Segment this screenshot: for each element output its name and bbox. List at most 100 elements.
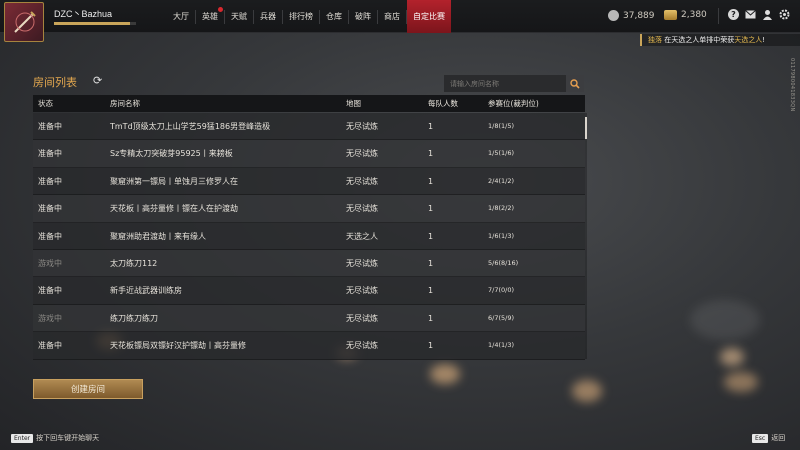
nav-item-0[interactable]: 大厅 — [167, 0, 195, 33]
room-row[interactable]: 准备中 聚窟洲助君渡劫丨来有缘人 天选之人 1 1/6(1/3) — [33, 222, 585, 250]
room-row[interactable]: 游戏中 太刀练刀112 无尽试炼 1 5/6(8/16) — [33, 249, 585, 278]
scrollbar-thumb[interactable] — [585, 117, 587, 139]
nav-item-4[interactable]: 排行榜 — [283, 0, 319, 33]
gold-ingot-icon — [664, 10, 677, 20]
room-status: 准备中 — [38, 122, 62, 131]
room-status: 准备中 — [38, 176, 62, 186]
room-status: 准备中 — [38, 231, 62, 241]
room-row[interactable]: 准备中 Sz专精太刀突破芽95925丨来耪板 无尽试炼 1 1/5(1/6) — [33, 140, 585, 168]
room-per-team: 1 — [428, 149, 434, 159]
back-hint-text[interactable]: 返回 — [771, 433, 785, 443]
room-row[interactable]: 准备中 聚窟洲第一镖局丨单蚀月三修罗人在 无尽试炼 1 2/4(1/2) — [33, 167, 585, 196]
room-name: Sz专精太刀突破芽95925丨来耪板 — [110, 149, 233, 159]
header-room-name: 房间名称 — [110, 99, 140, 108]
room-status: 游戏中 — [38, 313, 62, 323]
room-status: 准备中 — [38, 149, 62, 159]
sword-icon — [14, 11, 36, 33]
room-slots: 1/6(1/3) — [488, 231, 514, 240]
room-per-team: 1 — [428, 258, 434, 268]
room-per-team: 1 — [428, 122, 434, 131]
room-row[interactable]: 准备中 天花板镖局双镖好汉护镖劫丨高芬量修 无尽试炼 1 1/4(1/3) — [33, 332, 585, 360]
help-icon[interactable]: ? — [728, 9, 739, 20]
lantern-glow — [572, 380, 602, 402]
room-name: 新手近战武器训练房 — [110, 286, 182, 296]
room-row[interactable]: 准备中 新手近战武器训练房 无尽试炼 1 7/7(0/0) — [33, 277, 585, 305]
top-icons: ? — [728, 9, 790, 20]
room-map: 无尽试炼 — [346, 176, 378, 186]
room-map: 无尽试炼 — [346, 341, 378, 351]
silver-currency: 37,889 — [608, 10, 655, 21]
nav-item-3[interactable]: 兵器 — [254, 0, 282, 33]
nav-item-5[interactable]: 仓库 — [320, 0, 348, 33]
refresh-icon[interactable]: ⟳ — [93, 74, 102, 87]
ticker-text: 在天选之人单排中荣获 — [662, 36, 735, 44]
header-map: 地图 — [346, 99, 361, 108]
room-per-team: 1 — [428, 231, 434, 241]
room-slots: 6/7(5/9) — [488, 313, 514, 322]
room-slots: 1/5(1/6) — [488, 149, 514, 158]
friends-icon[interactable] — [762, 9, 773, 20]
nav-item-7[interactable]: 商店 — [378, 0, 406, 33]
room-per-team: 1 — [428, 341, 434, 351]
room-slots: 1/8(1/5) — [488, 122, 514, 130]
gold-amount: 2,380 — [681, 10, 707, 20]
exp-bar — [54, 22, 136, 25]
exp-bar-fill — [54, 22, 131, 25]
main-nav: 大厅 英雄 天赋 兵器 排行榜 仓库 破阵 商店 自定比赛 — [167, 0, 451, 33]
lantern-glow — [724, 372, 758, 392]
room-row[interactable]: 准备中 TmTd顶级太刀上山学艺59猛186男登峰造极 无尽试炼 1 1/8(1/5) — [33, 113, 585, 141]
room-map: 无尽试炼 — [346, 286, 378, 296]
mail-icon[interactable] — [745, 9, 756, 20]
header-per-team: 每队人数 — [428, 99, 458, 108]
search-button[interactable] — [566, 75, 584, 92]
room-slots: 1/4(1/3) — [488, 341, 514, 350]
enter-key[interactable]: Enter — [11, 433, 34, 443]
room-table-body: 准备中 TmTd顶级太刀上山学艺59猛186男登峰造极 无尽试炼 1 1/8(1/5) 准… — [33, 113, 585, 360]
room-map: 无尽试炼 — [346, 204, 378, 214]
lantern-glow — [720, 348, 744, 366]
create-room-button[interactable]: 创建房间 — [33, 379, 143, 399]
top-bar: 236 DZC丶Bazhua 大厅英雄天赋兵器排行榜仓库破阵商店自定比赛 37,… — [0, 0, 800, 42]
notification-dot — [218, 7, 223, 12]
esc-key[interactable]: Esc — [752, 433, 769, 443]
nav-item-6[interactable]: 破阵 — [349, 0, 377, 33]
room-row[interactable]: 准备中 天花板丨高芬量修丨镖在人在护渡劫 无尽试炼 1 1/8(2/2) — [33, 195, 585, 223]
room-search-input[interactable] — [444, 75, 566, 92]
room-slots: 7/7(0/0) — [488, 286, 514, 295]
room-per-team: 1 — [428, 313, 434, 323]
room-status: 准备中 — [38, 204, 62, 214]
session-id: 0117980041833QN — [789, 58, 795, 112]
room-map: 天选之人 — [346, 231, 378, 241]
back-hint: Esc 返回 — [752, 433, 785, 443]
nav-item-2[interactable]: 天赋 — [225, 0, 253, 33]
divider — [718, 8, 719, 24]
room-per-team: 1 — [428, 204, 434, 214]
room-list-title: 房间列表 — [33, 76, 77, 89]
ticker-player: 独落 — [648, 36, 662, 44]
room-name: 聚窟洲助君渡劫丨来有缘人 — [110, 231, 206, 241]
room-slots: 5/6(8/16) — [488, 258, 519, 267]
ticker-suffix: ! — [762, 36, 766, 44]
settings-gear-icon[interactable] — [779, 9, 790, 20]
player-avatar[interactable] — [4, 2, 44, 42]
chat-hint-text: 按下回车键开始聊天 — [36, 434, 100, 442]
silver-coin-icon — [608, 10, 619, 21]
room-map: 无尽试炼 — [346, 149, 378, 159]
room-list-scrollbar[interactable] — [585, 113, 587, 359]
nav-item-8[interactable]: 自定比赛 — [407, 0, 451, 33]
lantern-glow — [430, 364, 460, 384]
room-status: 准备中 — [38, 341, 62, 351]
room-name: 聚窟洲第一镖局丨单蚀月三修罗人在 — [110, 176, 238, 186]
room-name: 太刀练刀112 — [110, 258, 158, 268]
background-haze — [690, 300, 760, 340]
gold-currency: 2,380 — [664, 10, 707, 20]
silver-amount: 37,889 — [623, 10, 655, 21]
room-name: 天花板镖局双镖好汉护镖劫丨高芬量修 — [110, 341, 246, 351]
room-table-header: 状态 房间名称 地图 每队人数 参赛位(裁判位) — [33, 95, 585, 112]
nav-item-1[interactable]: 英雄 — [196, 0, 224, 33]
room-slots: 1/8(2/2) — [488, 204, 514, 213]
header-slots: 参赛位(裁判位) — [488, 99, 539, 108]
room-row[interactable]: 游戏中 练刀练刀练刀 无尽试炼 1 6/7(5/9) — [33, 304, 585, 333]
announcement-ticker: 独落 在天选之人单排中荣获天选之人! — [640, 34, 800, 46]
room-status: 准备中 — [38, 286, 62, 296]
